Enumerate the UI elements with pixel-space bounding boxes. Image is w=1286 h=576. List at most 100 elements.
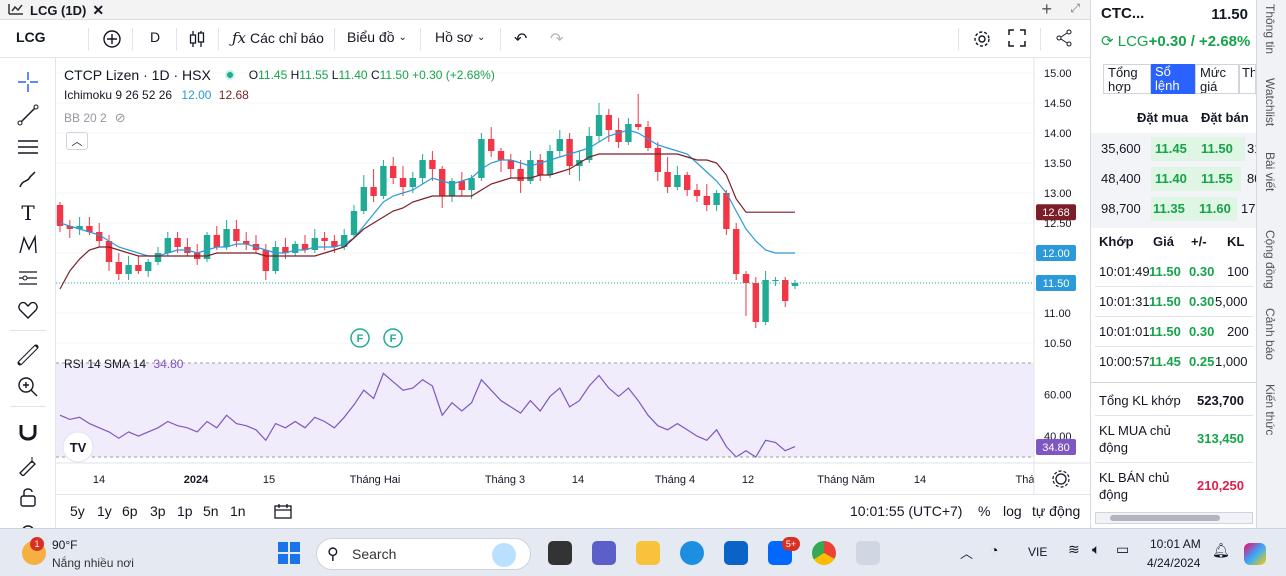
tab-stats[interactable]: Thống kê [1239, 64, 1256, 94]
close-tab-icon[interactable]: ✕ [92, 2, 104, 19]
ask-price[interactable]: 11.50 [1201, 141, 1233, 156]
tab-price-levels[interactable]: Mức giá [1195, 64, 1239, 94]
range-5y[interactable]: 5y [70, 503, 85, 519]
candle-type-button[interactable] [188, 29, 206, 49]
settings-icon[interactable] [972, 29, 992, 49]
time-tick-label: Tháng 3 [485, 474, 525, 486]
event-marker-f[interactable]: F [383, 328, 403, 348]
chart-type-menu[interactable]: Biểu đồ ⌄ [347, 29, 407, 45]
magnet-icon[interactable] [16, 420, 40, 444]
range-1y[interactable]: 1y [97, 503, 112, 519]
undo-icon[interactable]: ↶ [514, 29, 527, 49]
event-marker-f[interactable]: F [350, 328, 370, 348]
bid-price[interactable]: 11.35 [1153, 201, 1185, 216]
side-tab-watchlist[interactable]: Watchlist [1263, 78, 1277, 126]
eye-hidden-icon[interactable]: ⊘ [115, 110, 126, 126]
range-1n[interactable]: 1n [230, 503, 246, 519]
interval-button[interactable]: D [150, 29, 160, 45]
panel-scrollbar[interactable] [1095, 512, 1253, 524]
tradingview-logo[interactable]: TV [62, 431, 94, 463]
measure-icon[interactable] [16, 266, 40, 290]
edge-icon[interactable] [680, 541, 704, 565]
wifi-icon[interactable]: ≋ [1068, 541, 1080, 558]
add-tab-icon[interactable]: + [1041, 0, 1052, 20]
brush-icon[interactable] [16, 168, 40, 192]
crosshair-icon[interactable] [16, 70, 40, 94]
legend-ichimoku[interactable]: Ichimoku 9 26 52 26 12.00 12.68 [64, 88, 249, 102]
store-icon[interactable] [724, 541, 748, 565]
profile-menu[interactable]: Hồ sơ ⌄ [435, 29, 485, 45]
redo-icon[interactable]: ↷ [550, 29, 563, 49]
clock-time[interactable]: 10:01 AM [1150, 537, 1201, 551]
candle-body [262, 250, 269, 271]
side-tab-community[interactable]: Cộng đồng [1263, 230, 1277, 289]
bid-price[interactable]: 11.45 [1155, 141, 1187, 156]
task-view-icon[interactable] [548, 541, 572, 565]
tray-app-icon[interactable]: ◔ [990, 542, 998, 558]
legend-rsi[interactable]: RSI 14 SMA 14 34.80 [64, 357, 183, 371]
panel-symbol[interactable]: CTC... [1101, 5, 1144, 22]
axis-settings-icon[interactable] [1052, 470, 1070, 488]
legend-symbol-name[interactable]: CTCP Lizen · 1D · HSX [64, 67, 211, 83]
refresh-icon[interactable]: ⟳ [1101, 33, 1114, 50]
heart-icon[interactable] [16, 298, 40, 322]
chart-tab[interactable]: LCG (1D) ✕ [8, 2, 104, 19]
copilot-icon[interactable] [1244, 543, 1266, 565]
range-6p[interactable]: 6p [122, 503, 138, 519]
horizontal-lines-icon[interactable] [16, 135, 40, 159]
collapse-legend-icon[interactable]: ︿ [66, 132, 88, 150]
range-3p[interactable]: 3p [150, 503, 166, 519]
tray-chevron-icon[interactable]: ︿ [960, 543, 973, 562]
ask-header: Đặt bán [1201, 110, 1249, 125]
side-tab-info[interactable]: Thông tin [1263, 4, 1277, 54]
share-icon[interactable] [1055, 29, 1073, 47]
volume-icon[interactable]: 🔈︎ [1092, 541, 1100, 558]
range-5n[interactable]: 5n [203, 503, 219, 519]
bid-price[interactable]: 11.40 [1155, 171, 1187, 186]
windows-start-icon[interactable] [277, 541, 301, 565]
range-1p[interactable]: 1p [177, 503, 193, 519]
percent-toggle[interactable]: % [978, 503, 990, 519]
symbol-search-button[interactable]: LCG [16, 29, 46, 45]
battery-icon[interactable]: ▭ [1116, 541, 1129, 558]
taskbar-search-box[interactable]: ⚲ Search [316, 538, 531, 570]
tab-orderbook[interactable]: Sổ lệnh [1151, 64, 1195, 94]
legend-bb[interactable]: BB 20 2 ⊘ [64, 110, 126, 126]
compare-symbol-button[interactable] [102, 29, 122, 49]
tab-summary[interactable]: Tổng hợp [1103, 64, 1151, 94]
snipping-tool-icon[interactable] [856, 541, 880, 565]
text-tool-icon[interactable]: T [16, 201, 40, 225]
temperature[interactable]: 90°F [52, 538, 77, 552]
chart-area[interactable]: 15.0014.5014.0013.5013.0012.5012.0011.50… [56, 58, 1090, 498]
side-tab-articles[interactable]: Bài viết [1263, 152, 1277, 191]
rsi-band [56, 363, 1034, 457]
clock-date[interactable]: 4/24/2024 [1147, 556, 1200, 570]
chrome-icon[interactable] [812, 541, 836, 565]
log-toggle[interactable]: log [1003, 503, 1022, 519]
side-tab-knowledge[interactable]: Kiến thức [1263, 384, 1277, 435]
language-indicator[interactable]: VIE [1028, 545, 1047, 559]
notification-bell-icon[interactable]: 🔔︎ [1212, 542, 1230, 559]
candle [791, 280, 799, 289]
candle-body [713, 193, 720, 205]
side-tab-alerts[interactable]: Cảnh báo [1263, 308, 1277, 360]
zoom-in-icon[interactable] [16, 375, 40, 399]
trade-time: 10:01:49 [1099, 264, 1150, 279]
file-explorer-icon[interactable] [636, 541, 660, 565]
draw-lock-icon[interactable] [16, 453, 40, 477]
clock-timezone[interactable]: 10:01:55 (UTC+7) [850, 503, 962, 519]
ask-price[interactable]: 11.60 [1199, 201, 1231, 216]
ruler-icon[interactable] [16, 343, 40, 367]
ask-price[interactable]: 11.55 [1201, 171, 1233, 186]
pattern-icon[interactable] [16, 233, 40, 257]
price-chart-svg[interactable]: 15.0014.5014.0013.5013.0012.5012.0011.50… [56, 58, 1090, 494]
teams-icon[interactable] [592, 541, 616, 565]
lock-icon[interactable] [16, 485, 40, 509]
date-range-icon[interactable] [274, 503, 292, 522]
indicators-button[interactable]: ƒx Các chỉ báo [232, 29, 324, 47]
expand-icon[interactable]: ⤢ [1070, 1, 1080, 16]
fullscreen-icon[interactable] [1008, 29, 1026, 47]
weather-description[interactable]: Nắng nhiều nơi [52, 556, 134, 570]
auto-toggle[interactable]: tự động [1032, 503, 1080, 519]
trend-line-icon[interactable] [16, 103, 40, 127]
